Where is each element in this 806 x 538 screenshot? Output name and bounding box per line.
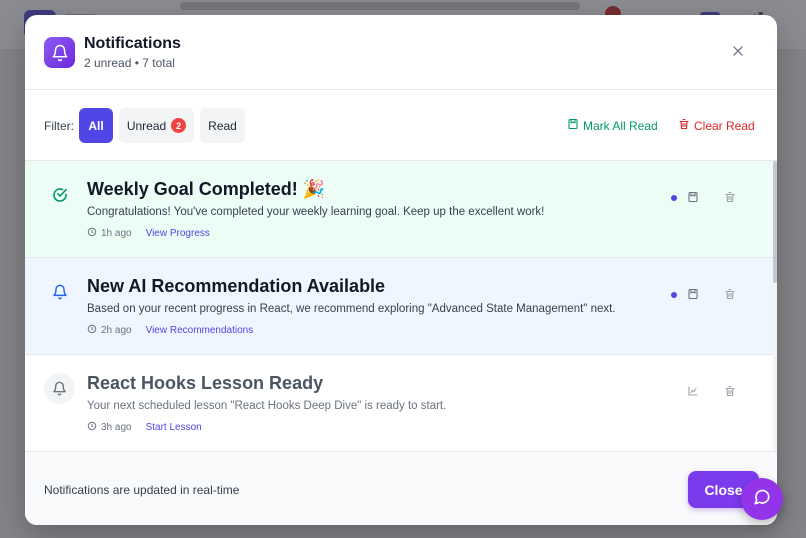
notification-item[interactable]: New AI Recommendation Available Based on…: [25, 258, 773, 355]
chat-button[interactable]: [741, 478, 783, 520]
filter-unread-label: Unread: [126, 118, 167, 133]
filter-read-button[interactable]: Read: [200, 108, 245, 143]
trash-icon[interactable]: [722, 383, 738, 399]
notification-meta: 2h ago View Recommendations: [87, 324, 253, 337]
trash-icon: [678, 118, 690, 133]
notification-title: New AI Recommendation Available: [87, 276, 386, 296]
mark-read-icon[interactable]: [685, 189, 701, 205]
unread-dot: [671, 292, 677, 298]
footer-note: Notifications are updated in real-time: [44, 483, 240, 497]
clear-read-button[interactable]: Clear Read: [678, 118, 755, 133]
start-lesson-link[interactable]: Start Lesson: [146, 422, 202, 433]
notification-time: 2h ago: [101, 325, 132, 336]
notification-title: Weekly Goal Completed! 🎉: [87, 179, 326, 199]
trash-icon[interactable]: [722, 286, 738, 302]
mark-all-read-label: Mark All Read: [583, 118, 658, 133]
notification-meta: 3h ago Start Lesson: [87, 421, 202, 434]
notification-time: 1h ago: [101, 228, 132, 239]
mark-read-icon: [567, 118, 579, 133]
unread-count-badge: 2: [171, 118, 187, 133]
notification-message: Based on your recent progress in React, …: [87, 303, 616, 315]
modal-title: Notifications: [84, 35, 181, 52]
scrollbar-thumb[interactable]: [773, 161, 777, 283]
bell-icon: [44, 276, 75, 307]
notification-item[interactable]: React Hooks Lesson Ready Your next sched…: [25, 355, 773, 451]
view-progress-link[interactable]: View Progress: [146, 228, 210, 239]
notifications-modal: Notifications 2 unread • 7 total Filter:…: [25, 15, 777, 525]
notification-meta: 1h ago View Progress: [87, 227, 210, 240]
clock-icon: [87, 227, 97, 240]
filter-bar: Filter: All Unread 2 Read Mark All Read …: [25, 90, 777, 161]
mark-unread-icon[interactable]: [685, 383, 701, 399]
filter-unread-button[interactable]: Unread 2: [119, 108, 194, 143]
mark-all-read-button[interactable]: Mark All Read: [567, 118, 658, 133]
clock-icon: [87, 421, 97, 434]
notification-message: Congratulations! You've completed your w…: [87, 206, 545, 218]
notification-time: 3h ago: [101, 422, 132, 433]
notification-message: Your next scheduled lesson "React Hooks …: [87, 400, 447, 412]
filter-label: Filter:: [44, 119, 74, 133]
view-recommendations-link[interactable]: View Recommendations: [146, 325, 254, 336]
modal-subtitle: 2 unread • 7 total: [84, 56, 175, 70]
trash-icon[interactable]: [722, 189, 738, 205]
filter-all-button[interactable]: All: [79, 108, 113, 143]
check-circle-icon: [44, 179, 75, 210]
bell-icon: [44, 37, 75, 68]
mark-read-icon[interactable]: [685, 286, 701, 302]
modal-footer: Notifications are updated in real-time C…: [25, 451, 777, 525]
bell-icon: [44, 373, 75, 404]
close-icon[interactable]: [728, 41, 748, 61]
modal-header: Notifications 2 unread • 7 total: [25, 15, 777, 90]
notification-list: Weekly Goal Completed! 🎉 Congratulations…: [25, 161, 777, 451]
notification-title: React Hooks Lesson Ready: [87, 373, 324, 393]
clock-icon: [87, 324, 97, 337]
unread-dot: [671, 195, 677, 201]
notification-item[interactable]: Weekly Goal Completed! 🎉 Congratulations…: [25, 161, 773, 258]
clear-read-label: Clear Read: [694, 118, 755, 133]
chat-bubble-icon: [753, 488, 771, 511]
